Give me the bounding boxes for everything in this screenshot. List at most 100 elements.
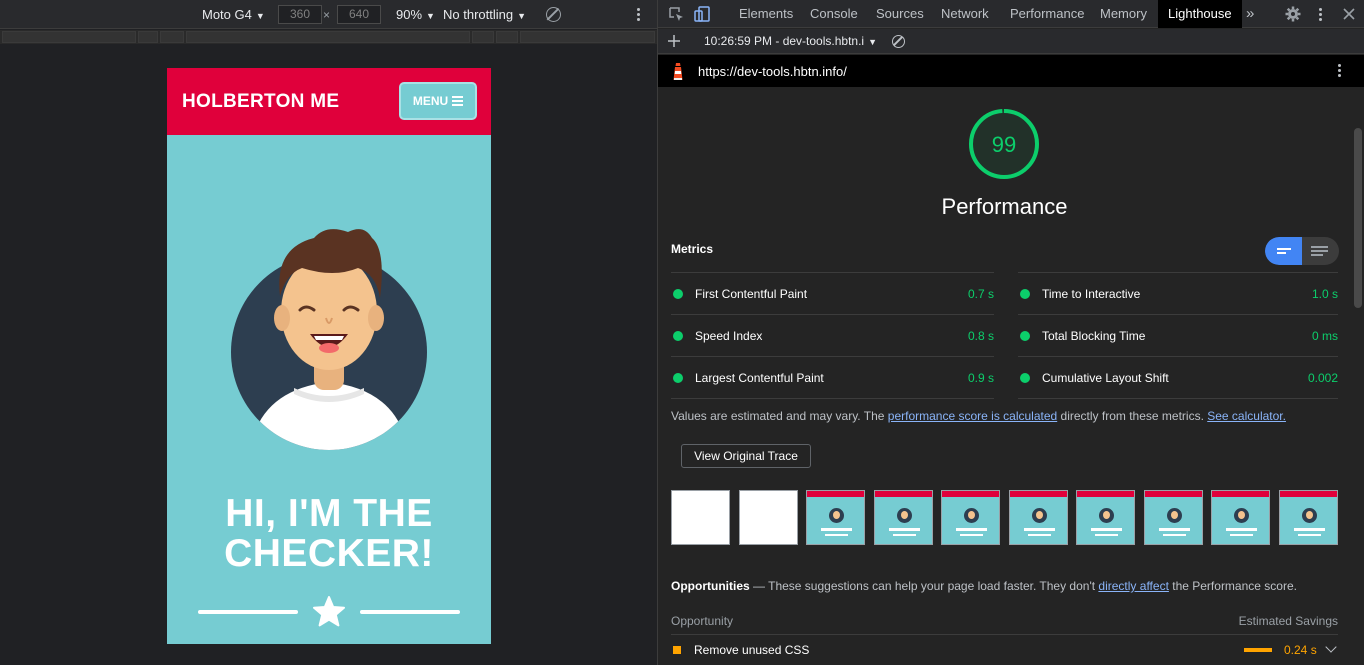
height-input[interactable]: 640 xyxy=(337,5,381,24)
caret-down-icon: ▼ xyxy=(868,37,878,47)
star-icon xyxy=(313,596,345,627)
filmstrip-frame xyxy=(941,490,1000,545)
savings-column-header: Estimated Savings xyxy=(1238,614,1338,628)
tab-console[interactable]: Console xyxy=(810,0,858,28)
zoom-select[interactable]: 90% ▼ xyxy=(396,7,435,22)
avatar-illustration xyxy=(231,229,427,450)
hero-title-line-1: HI, I'M THE xyxy=(225,492,433,535)
toggle-compact-view[interactable] xyxy=(1265,237,1302,265)
site-brand[interactable]: HOLBERTON ME xyxy=(182,91,339,113)
divider-right xyxy=(360,610,460,614)
savings-value: 0.24 s xyxy=(1284,643,1317,657)
savings-bar xyxy=(1244,648,1272,652)
menu-label: MENU xyxy=(412,94,449,108)
note-text: directly from these metrics. xyxy=(1057,409,1208,423)
opportunity-label: Remove unused CSS xyxy=(694,643,810,657)
device-name: Moto G4 xyxy=(202,7,252,22)
metric-fcp: First Contentful Paint 0.7 s xyxy=(671,272,994,314)
browser-window: Moto G4 ▼ 360 × 640 90% ▼ No throttling ▼ H… xyxy=(0,0,1364,665)
opportunities-title: Opportunities xyxy=(671,579,750,593)
tab-elements[interactable]: Elements xyxy=(739,0,793,28)
site-header: HOLBERTON ME MENU xyxy=(167,68,491,135)
filmstrip-frame xyxy=(1211,490,1270,545)
pass-indicator-icon xyxy=(673,373,683,383)
performance-score: 99 xyxy=(991,132,1017,157)
caret-down-icon: ▼ xyxy=(517,11,527,21)
zoom-value: 90% xyxy=(396,7,423,22)
pass-indicator-icon xyxy=(1020,331,1030,341)
more-options-icon[interactable] xyxy=(637,8,641,23)
filmstrip-frame xyxy=(1279,490,1338,545)
device-toolbar-toggle-icon[interactable] xyxy=(694,6,710,22)
opportunities-header: Opportunities — These suggestions can he… xyxy=(671,579,1297,593)
metric-lcp: Largest Contentful Paint 0.9 s xyxy=(671,356,994,398)
metric-tbt: Total Blocking Time 0 ms xyxy=(1018,314,1338,356)
filmstrip-frame xyxy=(671,490,730,545)
inspect-element-icon[interactable] xyxy=(668,6,684,22)
metric-value: 0.9 s xyxy=(967,371,994,385)
caret-down-icon: ▼ xyxy=(255,11,265,21)
filmstrip-frame xyxy=(874,490,933,545)
metric-value: 0 ms xyxy=(1311,329,1338,343)
device-emulation-pane: Moto G4 ▼ 360 × 640 90% ▼ No throttling ▼ H… xyxy=(0,0,657,665)
opportunities-description: — These suggestions can help your page l… xyxy=(749,579,1099,593)
devtools-menu-icon[interactable] xyxy=(1319,8,1323,23)
metric-value: 0.002 xyxy=(1307,371,1338,385)
report-selector[interactable]: 10:26:59 PM - dev-tools.hbtn.i ▼ xyxy=(704,34,877,48)
tab-lighthouse[interactable]: Lighthouse xyxy=(1158,0,1242,28)
menu-button[interactable]: MENU xyxy=(399,82,477,120)
report-url[interactable]: https://dev-tools.hbtn.info/ xyxy=(698,64,847,79)
metric-label: Time to Interactive xyxy=(1042,287,1141,301)
see-calculator-link[interactable]: See calculator. xyxy=(1207,409,1286,423)
rotate-icon[interactable] xyxy=(546,7,561,22)
tab-memory[interactable]: Memory xyxy=(1100,0,1147,28)
report-selector-value: 10:26:59 PM - dev-tools.hbtn.i xyxy=(704,34,865,48)
throttling-select[interactable]: No throttling ▼ xyxy=(443,7,526,22)
metric-value: 0.7 s xyxy=(967,287,994,301)
directly-affect-link[interactable]: directly affect xyxy=(1098,579,1168,593)
pass-indicator-icon xyxy=(673,331,683,341)
clear-reports-icon[interactable] xyxy=(892,35,905,48)
metrics-heading: Metrics xyxy=(671,242,714,256)
lighthouse-toolbar: 10:26:59 PM - dev-tools.hbtn.i ▼ xyxy=(658,29,1364,54)
divider xyxy=(1018,398,1338,399)
filmstrip-frame xyxy=(1009,490,1068,545)
report-url-bar: https://dev-tools.hbtn.info/ xyxy=(658,55,1364,87)
more-tabs-icon[interactable]: » xyxy=(1246,0,1254,28)
score-calculated-link[interactable]: performance score is calculated xyxy=(888,409,1057,423)
metric-label: First Contentful Paint xyxy=(695,287,808,301)
scrollbar-thumb[interactable] xyxy=(1354,128,1362,308)
emulated-viewport: HOLBERTON ME MENU HI, I'M THE CHECKER! xyxy=(167,68,491,644)
new-report-plus-icon[interactable] xyxy=(668,35,680,47)
category-title: Performance xyxy=(941,194,1068,219)
close-icon[interactable] xyxy=(1341,6,1357,22)
note-text: Values are estimated and may vary. The xyxy=(671,409,888,423)
report-menu-icon[interactable] xyxy=(1338,64,1342,79)
metrics-view-toggle[interactable] xyxy=(1265,237,1339,265)
tab-sources[interactable]: Sources xyxy=(876,0,924,28)
media-query-bar[interactable] xyxy=(0,30,657,44)
hero-title: HI, I'M THE CHECKER! xyxy=(167,494,491,574)
device-toolbar: Moto G4 ▼ 360 × 640 90% ▼ No throttling ▼ xyxy=(0,0,657,29)
opportunities-description-end: the Performance score. xyxy=(1168,579,1297,593)
metric-tti: Time to Interactive 1.0 s xyxy=(1018,272,1338,314)
pass-indicator-icon xyxy=(1020,373,1030,383)
divider xyxy=(671,398,994,399)
tab-network[interactable]: Network xyxy=(941,0,989,28)
tab-performance[interactable]: Performance xyxy=(1010,0,1084,28)
expand-chevron-icon[interactable] xyxy=(1325,641,1337,653)
metric-label: Total Blocking Time xyxy=(1042,329,1146,343)
pass-indicator-icon xyxy=(1020,289,1030,299)
device-select[interactable]: Moto G4 ▼ xyxy=(202,7,265,22)
average-indicator-icon xyxy=(673,646,681,654)
dimension-separator: × xyxy=(323,8,331,22)
metric-label: Speed Index xyxy=(695,329,763,343)
width-input[interactable]: 360 xyxy=(278,5,322,24)
metrics-note: Values are estimated and may vary. The p… xyxy=(671,409,1286,423)
view-original-trace-button[interactable]: View Original Trace xyxy=(681,444,811,468)
report-scrollbar[interactable] xyxy=(1351,88,1364,665)
filmstrip-frame xyxy=(1144,490,1203,545)
settings-gear-icon[interactable] xyxy=(1285,6,1301,22)
opportunity-row[interactable]: Remove unused CSS 0.24 s xyxy=(671,635,1338,665)
metric-value: 1.0 s xyxy=(1311,287,1338,301)
